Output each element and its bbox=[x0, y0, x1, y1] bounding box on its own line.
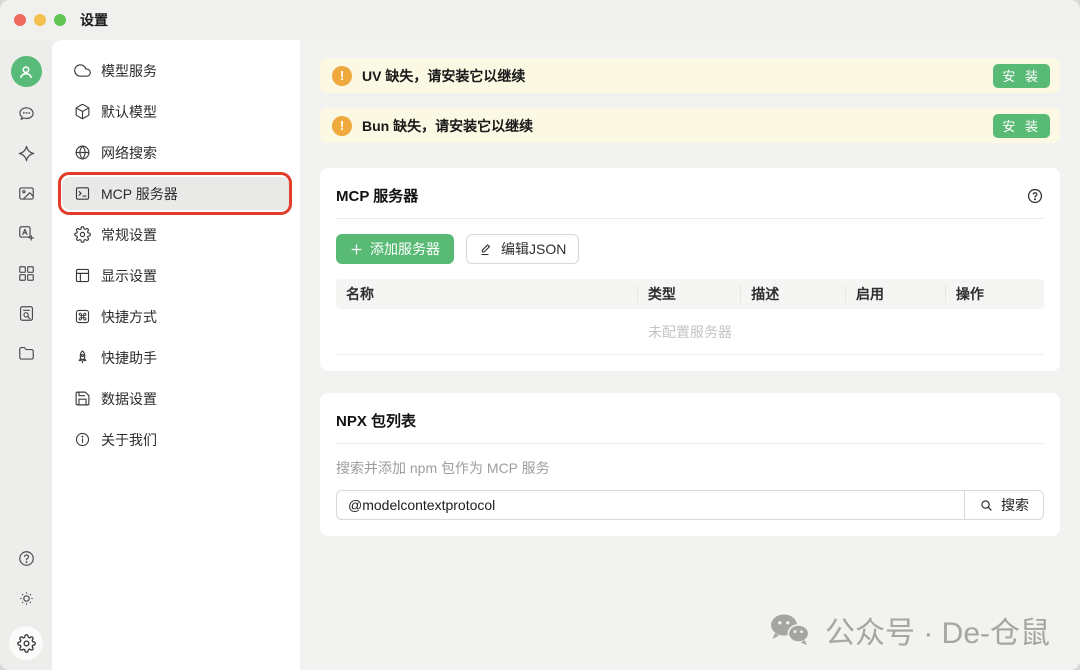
translate-icon[interactable] bbox=[0, 213, 52, 253]
column-header-description: 描述 bbox=[740, 285, 845, 303]
globe-icon bbox=[74, 144, 91, 161]
apps-grid-icon[interactable] bbox=[0, 253, 52, 293]
npx-packages-card: NPX 包列表 搜索并添加 npm 包作为 MCP 服务 搜索 bbox=[320, 393, 1060, 536]
column-header-operations: 操作 bbox=[945, 285, 1044, 303]
theme-toggle-icon[interactable] bbox=[0, 578, 52, 618]
close-window-button[interactable] bbox=[14, 14, 26, 26]
npx-card-title: NPX 包列表 bbox=[336, 410, 416, 431]
maximize-window-button[interactable] bbox=[54, 14, 66, 26]
gear-icon bbox=[74, 226, 91, 243]
column-header-name: 名称 bbox=[336, 285, 637, 303]
sidebar-item-label: 快捷助手 bbox=[101, 348, 157, 368]
empty-state-text: 未配置服务器 bbox=[336, 309, 1044, 355]
plus-icon bbox=[350, 243, 363, 256]
bun-missing-banner: ! Bun 缺失，请安装它以继续 安 装 bbox=[320, 108, 1060, 143]
chat-icon[interactable] bbox=[0, 93, 52, 133]
document-search-icon[interactable] bbox=[0, 293, 52, 333]
sidebar-item-about-us[interactable]: 关于我们 bbox=[62, 423, 290, 456]
main-content: ! UV 缺失，请安装它以继续 安 装 ! Bun 缺失，请安装它以继续 安 装… bbox=[300, 40, 1080, 670]
mcp-help-button[interactable] bbox=[1026, 187, 1044, 205]
settings-window: 设置 bbox=[0, 0, 1080, 670]
settings-gear-button[interactable] bbox=[9, 626, 43, 660]
traffic-lights bbox=[14, 14, 66, 26]
sidebar-item-label: 默认模型 bbox=[101, 102, 157, 122]
sidebar-item-label: 快捷方式 bbox=[101, 307, 157, 327]
minimize-window-button[interactable] bbox=[34, 14, 46, 26]
sidebar-item-model-services[interactable]: 模型服务 bbox=[62, 54, 290, 87]
magnifier-icon bbox=[979, 498, 994, 513]
question-circle-icon bbox=[1026, 187, 1044, 205]
sidebar-item-label: 数据设置 bbox=[101, 389, 157, 409]
sidebar-item-label: 关于我们 bbox=[101, 430, 157, 450]
column-header-enable: 启用 bbox=[845, 285, 945, 303]
pencil-icon bbox=[479, 242, 494, 257]
edit-json-button[interactable]: 编辑JSON bbox=[466, 234, 579, 264]
layout-icon bbox=[74, 267, 91, 284]
sparkle-icon[interactable] bbox=[0, 133, 52, 173]
titlebar: 设置 bbox=[0, 0, 1080, 40]
divider bbox=[336, 218, 1044, 219]
gear-icon bbox=[17, 634, 36, 653]
sidebar-item-label: 网络搜索 bbox=[101, 143, 157, 163]
warning-icon: ! bbox=[332, 116, 352, 136]
sidebar-item-quick-assistant[interactable]: 快捷助手 bbox=[62, 341, 290, 374]
banner-message: Bun 缺失，请安装它以继续 bbox=[362, 116, 533, 136]
mcp-card-title: MCP 服务器 bbox=[336, 185, 418, 206]
divider bbox=[336, 443, 1044, 444]
sidebar-item-default-models[interactable]: 默认模型 bbox=[62, 95, 290, 128]
sidebar-item-display-settings[interactable]: 显示设置 bbox=[62, 259, 290, 292]
sidebar-item-mcp-servers[interactable]: MCP 服务器 bbox=[62, 177, 290, 210]
user-avatar[interactable] bbox=[11, 56, 42, 87]
settings-sidebar: 模型服务 默认模型 网络搜索 MCP 服务器 bbox=[52, 40, 300, 670]
warning-icon: ! bbox=[332, 66, 352, 86]
image-icon[interactable] bbox=[0, 173, 52, 213]
terminal-icon bbox=[74, 185, 91, 202]
sidebar-item-label: 模型服务 bbox=[101, 61, 157, 81]
npm-search-group: 搜索 bbox=[336, 490, 1044, 520]
help-icon[interactable] bbox=[0, 538, 52, 578]
command-icon bbox=[74, 308, 91, 325]
sidebar-item-web-search[interactable]: 网络搜索 bbox=[62, 136, 290, 169]
npm-search-input[interactable] bbox=[336, 490, 964, 520]
sidebar-item-general-settings[interactable]: 常规设置 bbox=[62, 218, 290, 251]
mcp-servers-card: MCP 服务器 添加服务器 bbox=[320, 168, 1060, 371]
npm-search-button[interactable]: 搜索 bbox=[964, 490, 1044, 520]
banner-message: UV 缺失，请安装它以继续 bbox=[362, 66, 525, 86]
npx-description: 搜索并添加 npm 包作为 MCP 服务 bbox=[336, 458, 1044, 478]
cloud-icon bbox=[74, 62, 91, 79]
install-bun-button[interactable]: 安 装 bbox=[993, 114, 1050, 138]
save-icon bbox=[74, 390, 91, 407]
watermark-text: 公众号 · De-仓鼠 bbox=[825, 608, 1050, 652]
servers-table: 名称 类型 描述 启用 操作 未配置服务器 bbox=[336, 279, 1044, 355]
sidebar-item-label: 常规设置 bbox=[101, 225, 157, 245]
uv-missing-banner: ! UV 缺失，请安装它以继续 安 装 bbox=[320, 58, 1060, 93]
window-title: 设置 bbox=[80, 10, 108, 30]
folder-icon[interactable] bbox=[0, 333, 52, 373]
icon-rail bbox=[0, 40, 52, 670]
watermark: 公众号 · De-仓鼠 bbox=[320, 608, 1060, 670]
sidebar-item-data-settings[interactable]: 数据设置 bbox=[62, 382, 290, 415]
sidebar-item-label: 显示设置 bbox=[101, 266, 157, 286]
add-server-button[interactable]: 添加服务器 bbox=[336, 234, 454, 264]
rocket-icon bbox=[74, 349, 91, 366]
table-header-row: 名称 类型 描述 启用 操作 bbox=[336, 279, 1044, 309]
install-uv-button[interactable]: 安 装 bbox=[993, 64, 1050, 88]
column-header-type: 类型 bbox=[637, 285, 740, 303]
person-icon bbox=[16, 62, 36, 82]
package-icon bbox=[74, 103, 91, 120]
wechat-icon bbox=[768, 612, 812, 648]
sidebar-item-label: MCP 服务器 bbox=[101, 184, 178, 204]
app-body: 模型服务 默认模型 网络搜索 MCP 服务器 bbox=[0, 40, 1080, 670]
sidebar-item-shortcuts[interactable]: 快捷方式 bbox=[62, 300, 290, 333]
info-icon bbox=[74, 431, 91, 448]
